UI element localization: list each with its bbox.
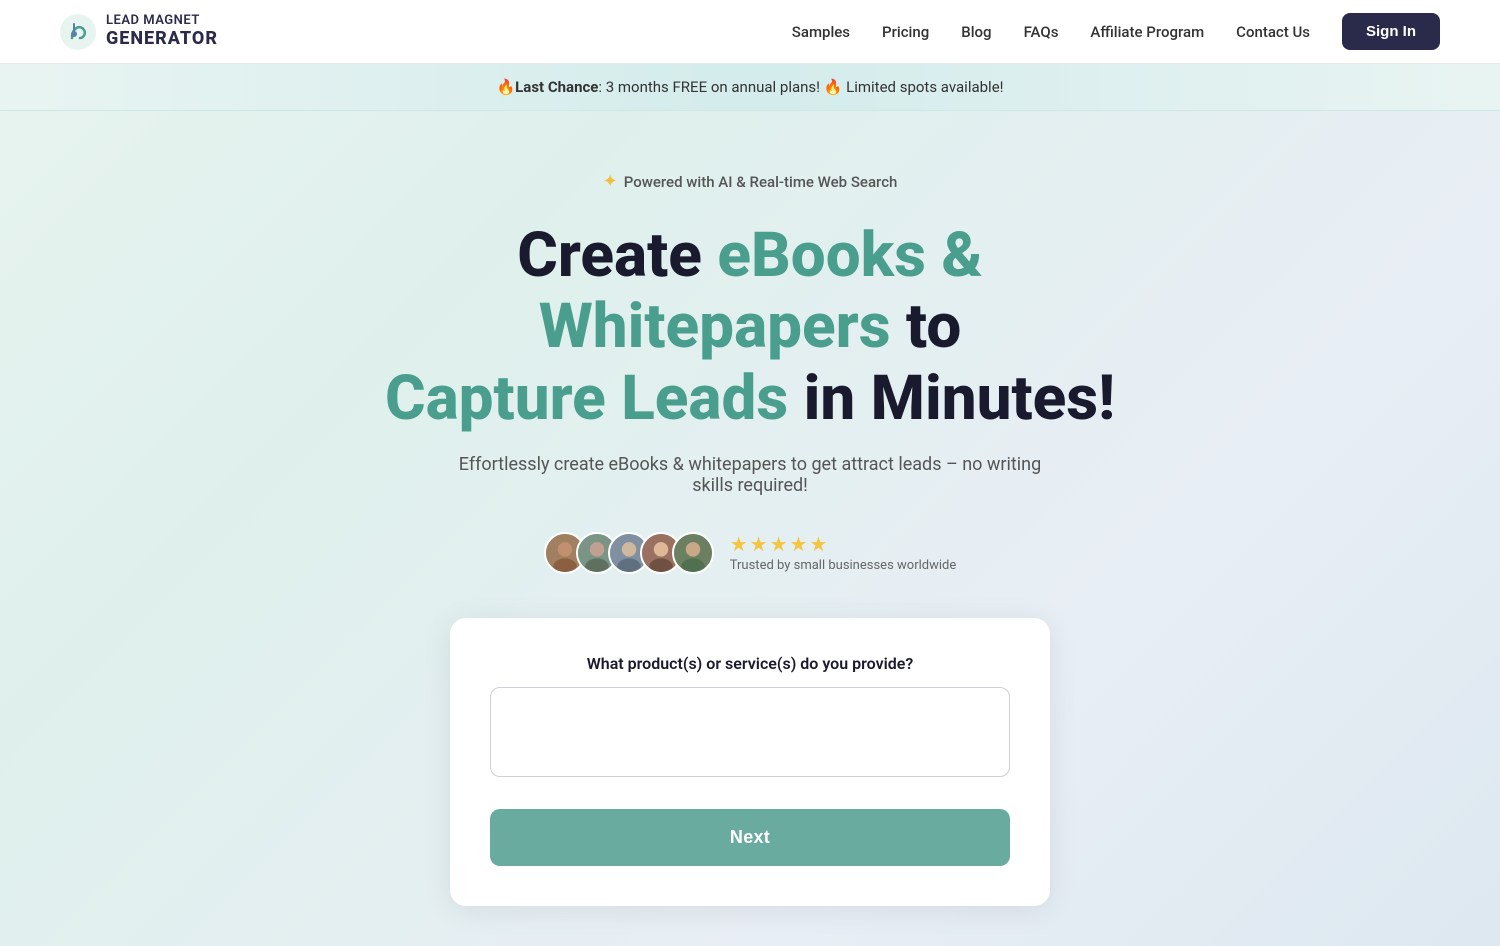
nav-links: Samples Pricing Blog FAQs Affiliate Prog… — [792, 13, 1440, 50]
banner-emoji-left: 🔥 — [496, 78, 515, 96]
avatar-group — [544, 532, 714, 574]
banner-bold: Last Chance — [515, 78, 598, 96]
form-label: What product(s) or service(s) do you pro… — [490, 654, 1010, 673]
form-card: What product(s) or service(s) do you pro… — [450, 618, 1050, 906]
sign-in-button[interactable]: Sign In — [1342, 13, 1440, 50]
logo-text: LEAD MAGNET GENERATOR — [106, 14, 218, 48]
next-button[interactable]: Next — [490, 809, 1010, 866]
spark-icon: ✦ — [603, 171, 618, 192]
nav-blog[interactable]: Blog — [961, 23, 991, 41]
nav-samples[interactable]: Samples — [792, 23, 850, 41]
powered-badge: ✦ Powered with AI & Real-time Web Search — [603, 171, 898, 192]
hero-title-highlight2: Capture Leads — [385, 362, 788, 435]
hero-title-part2: to — [891, 290, 962, 363]
banner-text: : 3 months FREE on annual plans! 🔥 Limit… — [598, 78, 1003, 96]
promo-banner: 🔥Last Chance: 3 months FREE on annual pl… — [0, 64, 1500, 111]
avatar — [672, 532, 714, 574]
hero-title-part3: in Minutes! — [788, 362, 1115, 435]
product-service-input[interactable] — [490, 687, 1010, 777]
star-rating: ★★★★★ — [730, 532, 830, 556]
logo[interactable]: LEAD MAGNET GENERATOR — [60, 14, 218, 50]
logo-lead-text: LEAD MAGNET — [106, 14, 218, 28]
social-proof: ★★★★★ Trusted by small businesses worldw… — [544, 532, 957, 574]
hero-section: ✦ Powered with AI & Real-time Web Search… — [0, 111, 1500, 946]
nav-affiliate[interactable]: Affiliate Program — [1090, 23, 1204, 41]
logo-icon — [60, 14, 96, 50]
hero-title: Create eBooks & Whitepapers to Capture L… — [340, 220, 1160, 434]
hero-subtitle: Effortlessly create eBooks & whitepapers… — [450, 454, 1050, 496]
logo-generator-text: GENERATOR — [106, 29, 218, 49]
rating-area: ★★★★★ Trusted by small businesses worldw… — [730, 532, 957, 573]
trusted-text: Trusted by small businesses worldwide — [730, 558, 957, 573]
nav-contact[interactable]: Contact Us — [1236, 23, 1310, 41]
nav-pricing[interactable]: Pricing — [882, 23, 929, 41]
nav-faqs[interactable]: FAQs — [1024, 23, 1059, 41]
powered-text: Powered with AI & Real-time Web Search — [624, 173, 898, 191]
navbar: LEAD MAGNET GENERATOR Samples Pricing Bl… — [0, 0, 1500, 64]
hero-title-part1: Create — [517, 219, 717, 292]
